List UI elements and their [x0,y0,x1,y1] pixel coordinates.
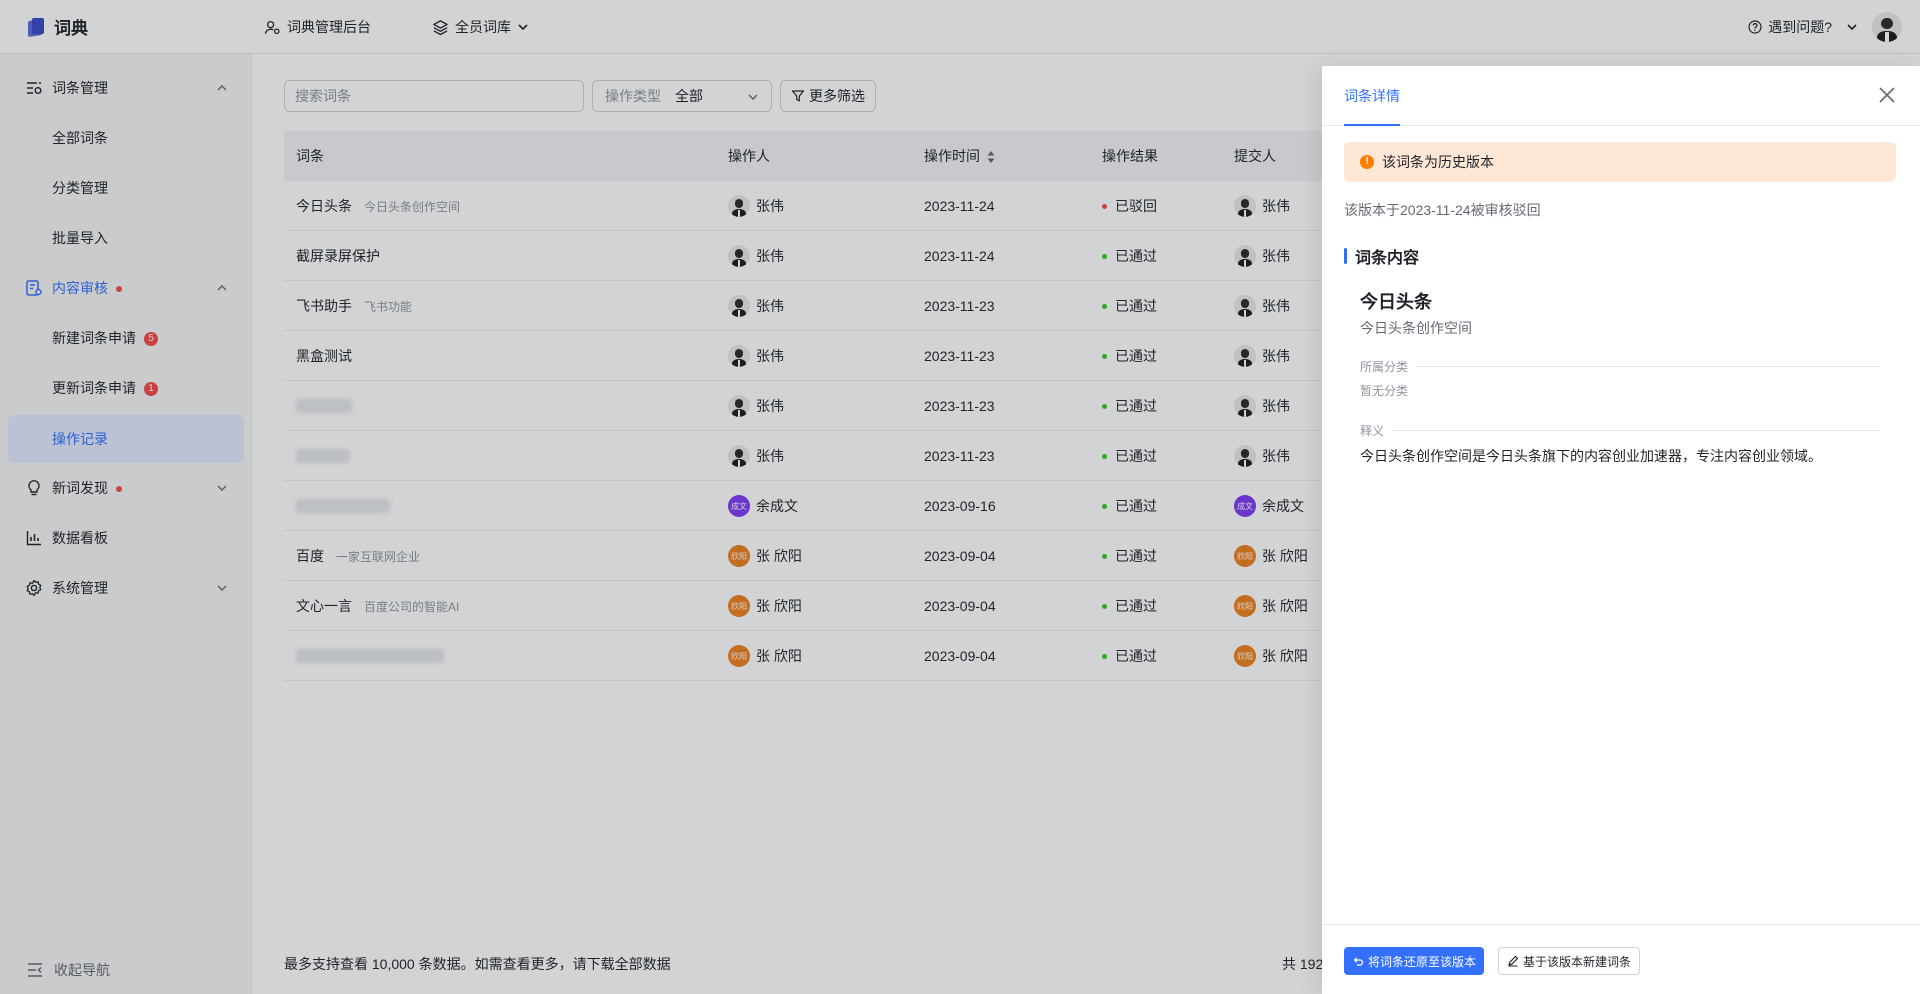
drawer-footer: 将词条还原至该版本 基于该版本新建词条 [1322,924,1920,994]
divider [1392,430,1880,431]
section-accent-bar [1344,248,1347,264]
drawer-header: 词条详情 [1322,66,1920,126]
edit-icon [1508,955,1519,967]
close-icon[interactable] [1878,86,1896,104]
tab-entry-detail[interactable]: 词条详情 [1344,66,1400,126]
meaning-text: 今日头条创作空间是今日头条旗下的内容创业加速器，专注内容创业领域。 [1360,448,1822,464]
version-note: 该版本于2023-11-24被审核驳回 [1344,202,1541,218]
alert-text: 该词条为历史版本 [1382,154,1494,170]
undo-icon [1353,957,1364,966]
meaning-label: 释义 [1360,422,1880,439]
warning-icon: ! [1360,155,1374,169]
section-title-text: 词条内容 [1355,250,1420,267]
new-from-version-button[interactable]: 基于该版本新建词条 [1498,947,1641,975]
entry-subtitle: 今日头条创作空间 [1360,320,1472,336]
new-from-version-label: 基于该版本新建词条 [1523,954,1632,969]
divider [1416,366,1880,367]
category-value: 暂无分类 [1360,384,1409,398]
restore-version-button[interactable]: 将词条还原至该版本 [1344,947,1485,975]
history-version-alert: ! 该词条为历史版本 [1344,142,1896,182]
entry-title: 今日头条 [1360,292,1432,312]
restore-label: 将词条还原至该版本 [1368,954,1477,969]
section-title: 词条内容 [1344,244,1419,268]
entry-detail-drawer: 词条详情 ! 该词条为历史版本 该版本于2023-11-24被审核驳回 词条内容… [1322,66,1920,994]
meaning-label-text: 释义 [1360,424,1385,438]
category-label-text: 所属分类 [1360,360,1409,374]
category-label: 所属分类 [1360,358,1880,375]
